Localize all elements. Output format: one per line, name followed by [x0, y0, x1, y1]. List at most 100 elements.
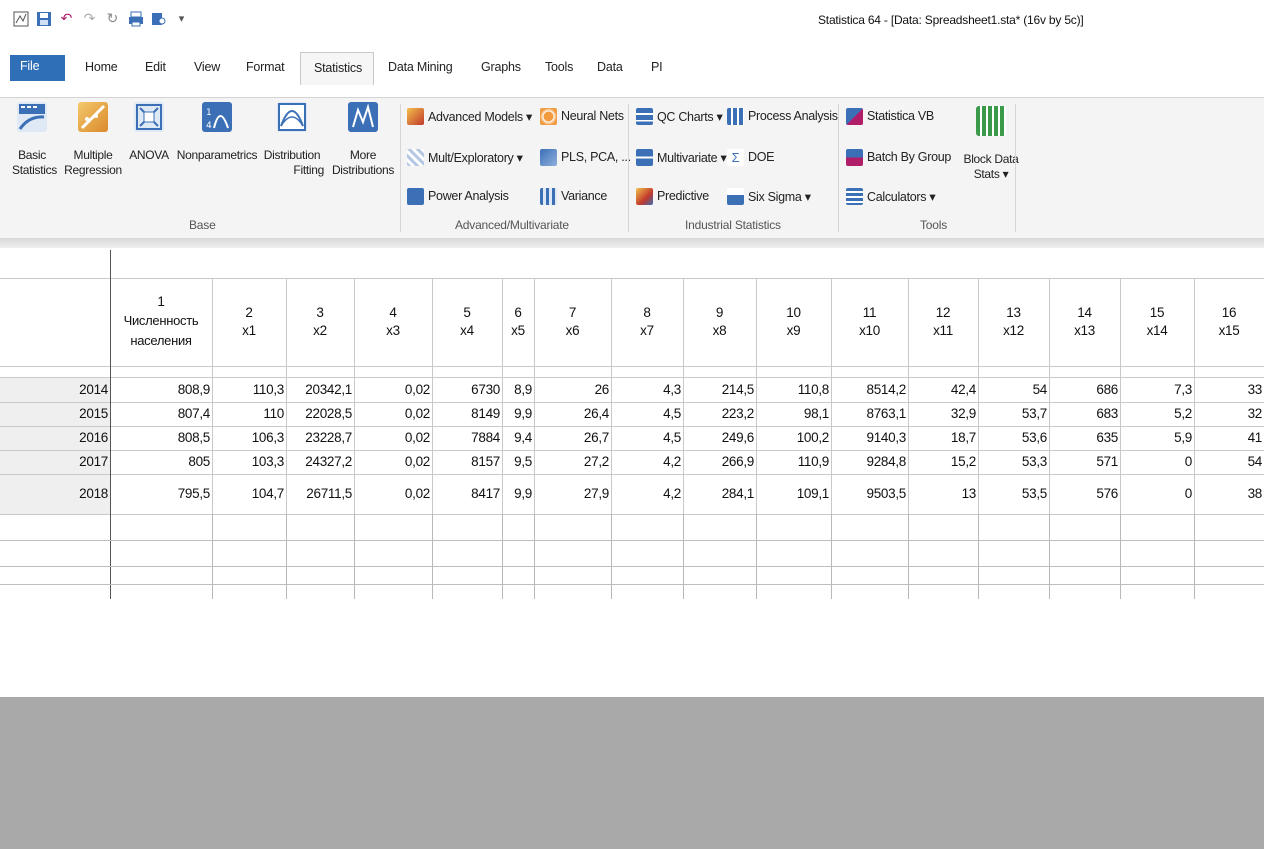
table-cell[interactable]: 9140,3	[831, 426, 908, 450]
nonparametrics-button[interactable]: 14 Nonparametrics	[172, 102, 262, 163]
tab-view[interactable]: View	[194, 60, 220, 74]
table-cell[interactable]: 42,4	[908, 377, 978, 402]
table-cell[interactable]: 103,3	[212, 450, 286, 474]
table-cell[interactable]: 41	[1194, 426, 1264, 450]
table-cell[interactable]: 686	[1049, 377, 1120, 402]
table-cell[interactable]: 808,5	[110, 426, 212, 450]
process-analysis-button[interactable]: Process Analysis	[727, 106, 838, 126]
table-cell[interactable]: 106,3	[212, 426, 286, 450]
preview-icon[interactable]	[150, 10, 167, 27]
tab-graphs[interactable]: Graphs	[481, 60, 521, 74]
print-icon[interactable]	[127, 10, 144, 27]
undo-icon[interactable]: ↶	[58, 10, 75, 27]
table-cell[interactable]: 284,1	[683, 474, 756, 514]
table-cell[interactable]: 795,5	[110, 474, 212, 514]
doe-button[interactable]: Σ DOE	[727, 147, 774, 167]
table-cell[interactable]: 38	[1194, 474, 1264, 514]
table-cell[interactable]: 9284,8	[831, 450, 908, 474]
table-cell[interactable]: 54	[1194, 450, 1264, 474]
table-cell[interactable]: 33	[1194, 377, 1264, 402]
batch-by-group-button[interactable]: Batch By Group	[846, 147, 951, 167]
refresh-icon[interactable]: ↻	[104, 10, 121, 27]
predictive-button[interactable]: Predictive	[636, 186, 709, 206]
table-cell[interactable]: 98,1	[756, 402, 831, 426]
table-cell[interactable]: 15,2	[908, 450, 978, 474]
column-header[interactable]: 7 x6	[534, 278, 611, 366]
table-cell[interactable]: 0	[1120, 474, 1194, 514]
table-cell[interactable]: 808,9	[110, 377, 212, 402]
table-cell[interactable]: 266,9	[683, 450, 756, 474]
column-header[interactable]: 1 Численность населения	[110, 278, 212, 366]
table-cell[interactable]: 0,02	[354, 426, 432, 450]
table-cell[interactable]: 104,7	[212, 474, 286, 514]
table-cell[interactable]: 54	[978, 377, 1049, 402]
save-icon[interactable]	[35, 10, 52, 27]
table-cell[interactable]: 0	[1120, 450, 1194, 474]
table-cell[interactable]: 8149	[432, 402, 502, 426]
column-header[interactable]: 6 x5	[502, 278, 534, 366]
row-header[interactable]: 2017	[0, 450, 110, 474]
multiple-regression-button[interactable]: Multiple Regression	[62, 102, 124, 178]
table-cell[interactable]: 110,8	[756, 377, 831, 402]
variance-button[interactable]: Variance	[540, 186, 607, 206]
table-cell[interactable]: 683	[1049, 402, 1120, 426]
table-cell[interactable]: 0,02	[354, 474, 432, 514]
tab-edit[interactable]: Edit	[145, 60, 166, 74]
tab-data-mining[interactable]: Data Mining	[388, 60, 453, 74]
power-analysis-button[interactable]: Power Analysis	[407, 186, 509, 206]
row-header[interactable]: 2018	[0, 474, 110, 514]
mult-exploratory-button[interactable]: Mult/Exploratory ▾	[407, 147, 523, 167]
table-cell[interactable]: 8417	[432, 474, 502, 514]
column-header[interactable]: 10 x9	[756, 278, 831, 366]
table-cell[interactable]: 635	[1049, 426, 1120, 450]
table-cell[interactable]: 0,02	[354, 450, 432, 474]
table-cell[interactable]: 8157	[432, 450, 502, 474]
row-header[interactable]: 2016	[0, 426, 110, 450]
column-header[interactable]: 14 x13	[1049, 278, 1120, 366]
tab-data[interactable]: Data	[597, 60, 623, 74]
more-distributions-button[interactable]: More Distributions	[328, 102, 398, 178]
table-cell[interactable]: 9503,5	[831, 474, 908, 514]
table-cell[interactable]: 100,2	[756, 426, 831, 450]
table-cell[interactable]: 23228,7	[286, 426, 354, 450]
six-sigma-button[interactable]: Six Sigma ▾	[727, 186, 811, 206]
column-header[interactable]: 12 x11	[908, 278, 978, 366]
table-cell[interactable]: 4,5	[611, 402, 683, 426]
table-cell[interactable]: 5,2	[1120, 402, 1194, 426]
column-header[interactable]: 8 x7	[611, 278, 683, 366]
table-cell[interactable]: 5,9	[1120, 426, 1194, 450]
table-cell[interactable]: 53,3	[978, 450, 1049, 474]
table-cell[interactable]: 6730	[432, 377, 502, 402]
table-cell[interactable]: 20342,1	[286, 377, 354, 402]
tab-home[interactable]: Home	[85, 60, 118, 74]
table-cell[interactable]: 249,6	[683, 426, 756, 450]
table-cell[interactable]: 9,9	[502, 402, 534, 426]
table-cell[interactable]: 26,4	[534, 402, 611, 426]
spreadsheet-grid[interactable]: 1 Численность населения 2 x1 3 x2 4 x3 5 x4 6 x5 7 x6…	[0, 250, 1264, 849]
column-header[interactable]: 2 x1	[212, 278, 286, 366]
table-cell[interactable]: 4,3	[611, 377, 683, 402]
column-header[interactable]: 5 x4	[432, 278, 502, 366]
app-icon[interactable]	[12, 10, 29, 27]
table-cell[interactable]: 32	[1194, 402, 1264, 426]
table-cell[interactable]: 27,2	[534, 450, 611, 474]
table-cell[interactable]: 4,2	[611, 450, 683, 474]
table-cell[interactable]: 7,3	[1120, 377, 1194, 402]
table-cell[interactable]: 214,5	[683, 377, 756, 402]
table-cell[interactable]: 53,5	[978, 474, 1049, 514]
calculators-button[interactable]: Calculators ▾	[846, 186, 936, 206]
qc-charts-button[interactable]: QC Charts ▾	[636, 106, 723, 126]
multivariate-button[interactable]: Multivariate ▾	[636, 147, 727, 167]
table-cell[interactable]: 9,5	[502, 450, 534, 474]
table-cell[interactable]: 8,9	[502, 377, 534, 402]
table-cell[interactable]: 110,3	[212, 377, 286, 402]
table-cell[interactable]: 18,7	[908, 426, 978, 450]
distribution-fitting-button[interactable]: Distribution Fitting	[260, 102, 324, 178]
table-cell[interactable]: 4,5	[611, 426, 683, 450]
table-cell[interactable]: 9,9	[502, 474, 534, 514]
tab-tools[interactable]: Tools	[545, 60, 573, 74]
table-cell[interactable]: 8514,2	[831, 377, 908, 402]
pls-pca-button[interactable]: PLS, PCA, ...	[540, 147, 631, 167]
column-header[interactable]: 16 x15	[1194, 278, 1264, 366]
table-cell[interactable]: 109,1	[756, 474, 831, 514]
